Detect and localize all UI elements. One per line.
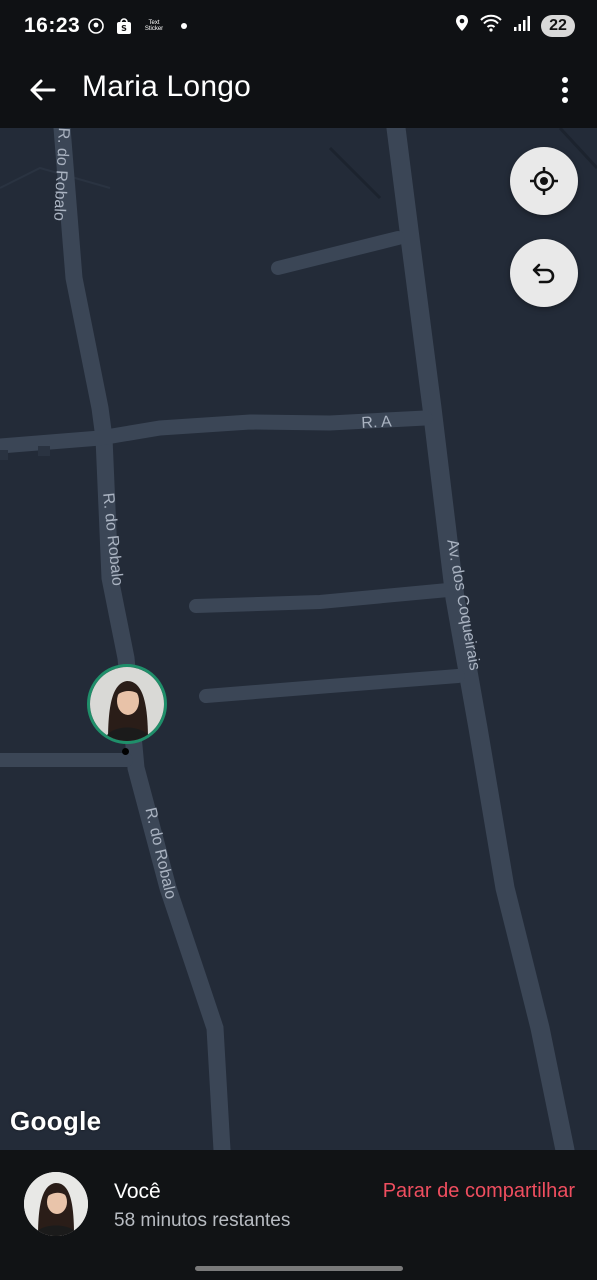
page-title: Maria Longo xyxy=(82,70,251,103)
self-name: Você xyxy=(114,1180,161,1203)
remaining-time: 58 minutos restantes xyxy=(114,1210,291,1231)
map-roads xyxy=(0,128,597,1150)
map-view[interactable]: R. do Robalo R. do Robalo R. do Robalo R… xyxy=(0,128,597,1150)
street-label-rua-a: R. A xyxy=(361,413,393,432)
recenter-button[interactable] xyxy=(510,147,578,215)
undo-button[interactable] xyxy=(510,239,578,307)
arrow-left-icon xyxy=(30,79,56,101)
text-sticker-icon: Text Sticker xyxy=(144,20,164,32)
google-logo: Google xyxy=(10,1106,102,1136)
status-bar: 16:23 S Text Sticker 22 xyxy=(0,0,597,56)
status-right: 22 xyxy=(455,14,575,37)
location-alert-icon xyxy=(86,16,106,36)
sharing-sheet: Você 58 minutos restantes Parar de compa… xyxy=(0,1150,597,1280)
home-indicator[interactable] xyxy=(195,1266,403,1271)
signal-icon xyxy=(513,14,531,37)
location-icon xyxy=(455,14,469,37)
self-avatar xyxy=(24,1172,88,1236)
back-button[interactable] xyxy=(22,70,62,110)
undo-icon xyxy=(532,263,555,284)
app-bar: Maria Longo xyxy=(0,56,597,128)
status-time: 16:23 xyxy=(24,14,81,37)
my-location-icon xyxy=(530,167,558,195)
wifi-icon xyxy=(479,14,503,37)
status-left-icons: S Text Sticker xyxy=(86,16,194,36)
avatar xyxy=(90,667,164,741)
svg-text:S: S xyxy=(121,24,127,33)
marker-pin-dot xyxy=(122,748,129,755)
overflow-menu-button[interactable] xyxy=(553,70,577,110)
more-vertical-icon xyxy=(562,77,568,103)
stop-sharing-button[interactable]: Parar de compartilhar xyxy=(383,1180,575,1203)
shopping-bag-icon: S xyxy=(114,16,134,36)
notification-dot-icon xyxy=(174,16,194,36)
contact-location-marker[interactable] xyxy=(87,664,167,744)
battery-indicator: 22 xyxy=(541,14,575,37)
